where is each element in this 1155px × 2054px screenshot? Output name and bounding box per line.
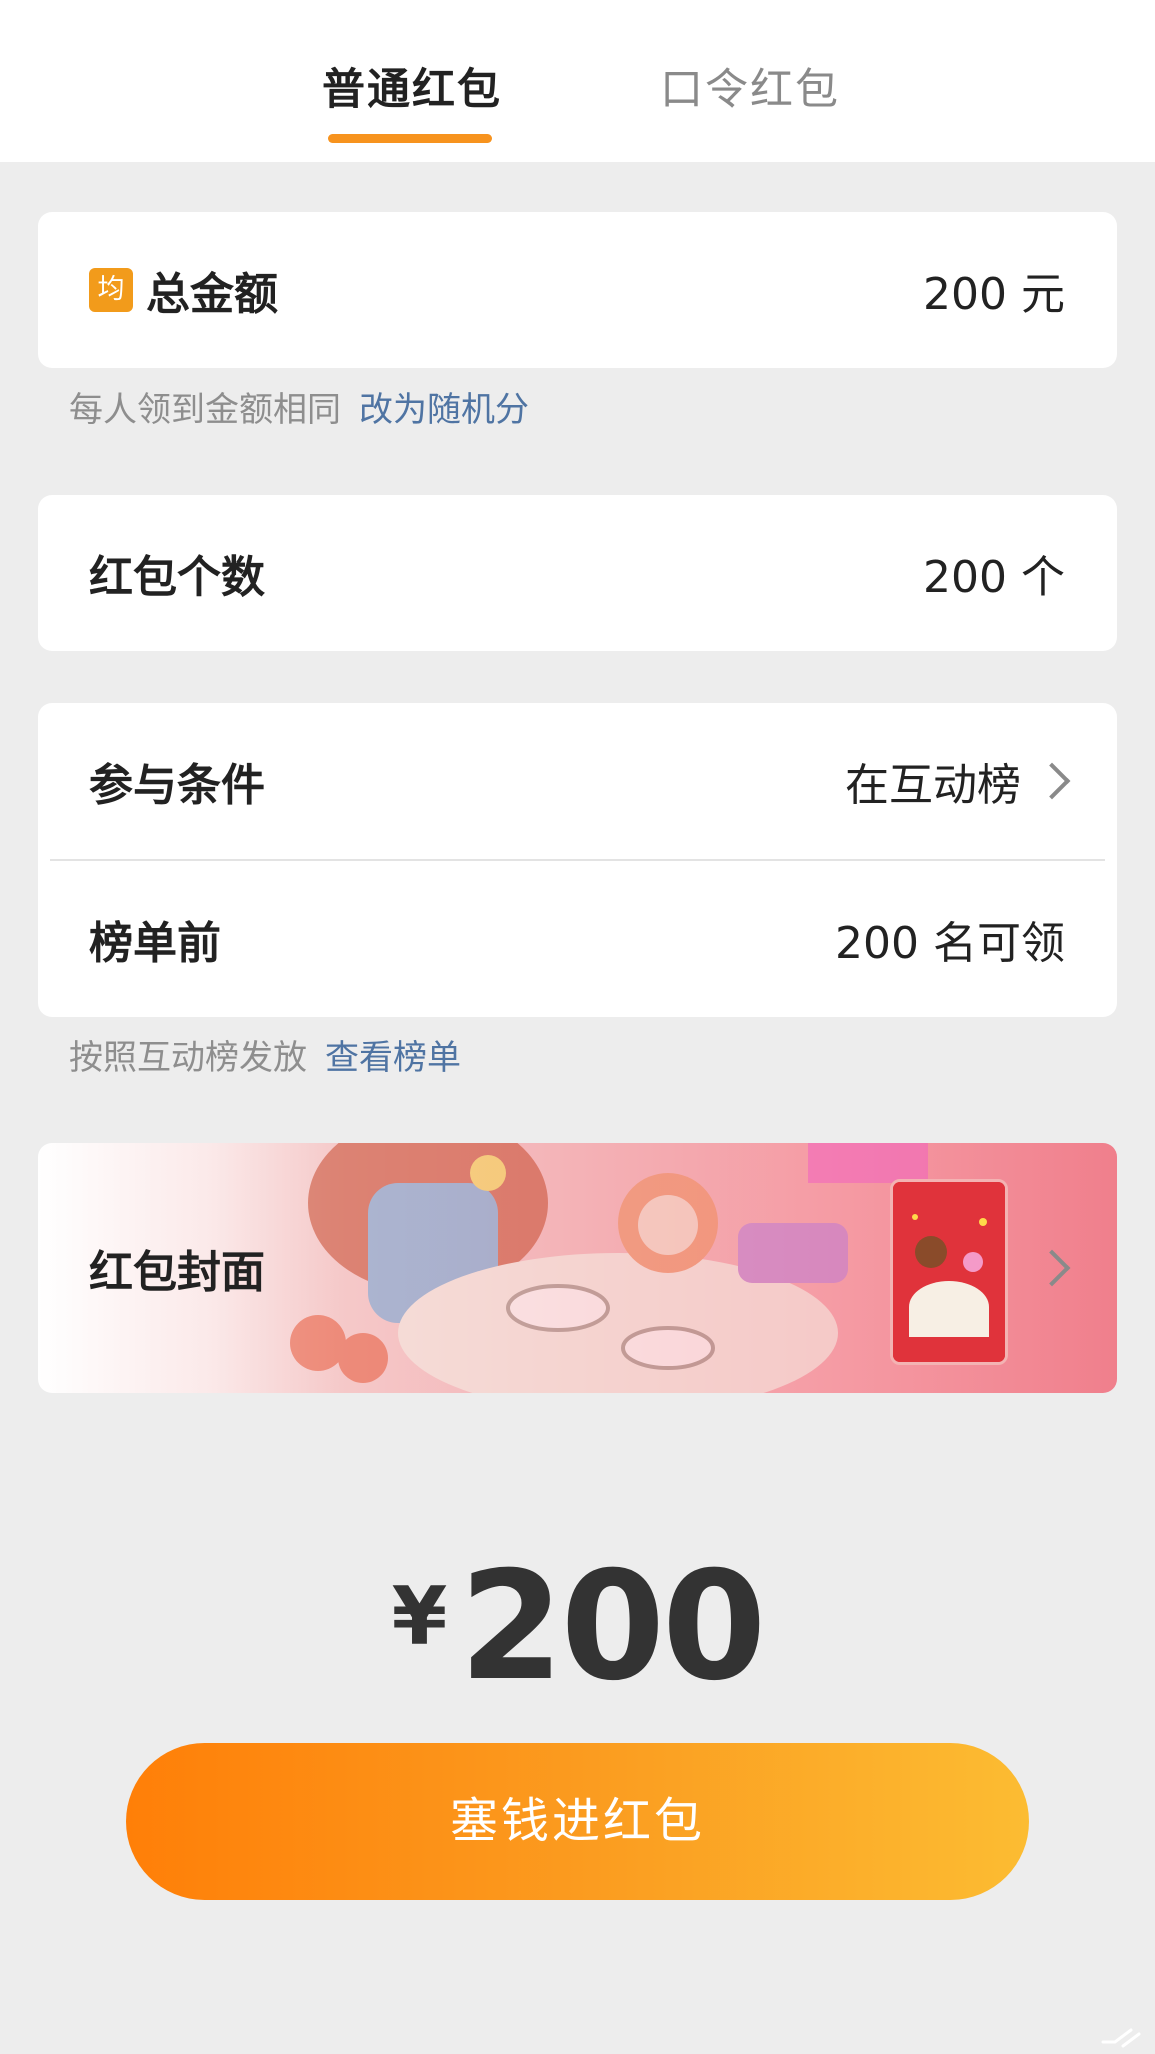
cover-card[interactable]: 红包封面 [38, 1143, 1117, 1393]
count-row[interactable]: 红包个数 200 个 [38, 495, 1117, 651]
rank-hint: 按照互动榜发放 查看榜单 [69, 1030, 461, 1079]
condition-value: 在互动榜 [845, 760, 1021, 811]
currency-symbol: ¥ [391, 1570, 448, 1663]
rank-row[interactable]: 榜单前 200 名可领 [38, 861, 1117, 1017]
amount-display: ¥200 [0, 1540, 1155, 1714]
condition-card: 参与条件 在互动榜 榜单前 200 名可领 [38, 703, 1117, 1017]
rank-label: 榜单前 [89, 918, 221, 969]
equal-split-badge: 均 [89, 268, 133, 312]
split-mode-hint-text: 每人领到金额相同 [69, 390, 341, 430]
total-amount-card: 均 总金额 200 元 [38, 212, 1117, 368]
watermark-icon [1101, 2028, 1141, 2048]
put-money-button[interactable]: 塞钱进红包 [126, 1743, 1029, 1900]
count-value[interactable]: 200 个 [923, 541, 1065, 605]
view-rank-link[interactable]: 查看榜单 [325, 1038, 461, 1078]
chevron-right-icon [1033, 762, 1071, 800]
tab-normal-red-packet[interactable]: 普通红包 [322, 62, 502, 118]
condition-row[interactable]: 参与条件 在互动榜 [38, 703, 1117, 859]
count-card: 红包个数 200 个 [38, 495, 1117, 651]
switch-to-random-link[interactable]: 改为随机分 [359, 390, 529, 430]
total-amount-label: 总金额 [146, 269, 278, 320]
cover-thumbnail[interactable] [890, 1179, 1008, 1365]
condition-label: 参与条件 [89, 760, 265, 811]
tab-bar: 普通红包 口令红包 [0, 0, 1155, 162]
tab-password-red-packet[interactable]: 口令红包 [660, 62, 840, 118]
active-tab-indicator [328, 134, 492, 143]
rank-value[interactable]: 200 名可领 [835, 907, 1065, 971]
rank-hint-text: 按照互动榜发放 [69, 1038, 307, 1078]
count-label: 红包个数 [89, 552, 265, 603]
split-mode-hint: 每人领到金额相同 改为随机分 [69, 382, 529, 431]
total-amount-value[interactable]: 200 元 [923, 258, 1065, 322]
cover-label: 红包封面 [89, 1247, 265, 1298]
amount-value: 200 [459, 1540, 766, 1714]
total-amount-row[interactable]: 均 总金额 200 元 [38, 212, 1117, 368]
